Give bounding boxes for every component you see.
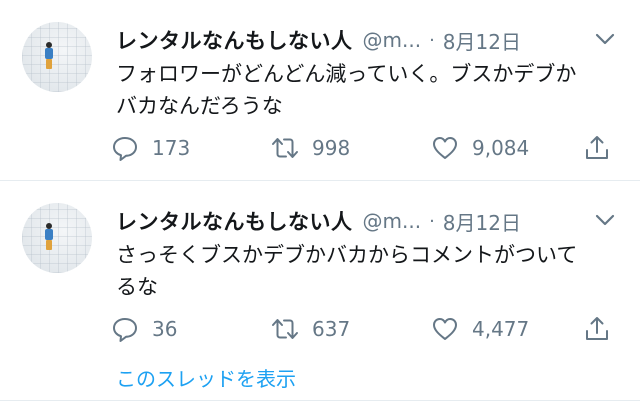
retweet-button[interactable]: 637 xyxy=(270,311,350,347)
show-thread-link[interactable]: このスレッドを表示 xyxy=(116,363,296,392)
retweet-count: 998 xyxy=(312,136,351,160)
share-button[interactable] xyxy=(582,311,612,347)
share-button[interactable] xyxy=(582,130,612,166)
avatar[interactable] xyxy=(22,22,92,92)
like-icon xyxy=(433,137,457,159)
reply-count: 36 xyxy=(152,317,178,341)
like-count: 9,084 xyxy=(472,136,530,160)
tweet-header: レンタルなんもしない人 @m... · 8月12日 xyxy=(116,24,521,56)
reply-button[interactable]: 36 xyxy=(110,311,177,347)
retweet-button[interactable]: 998 xyxy=(270,130,350,166)
tweet-header: レンタルなんもしない人 @m... · 8月12日 xyxy=(116,205,521,237)
tweet-divider xyxy=(0,180,640,181)
author-handle[interactable]: @m... xyxy=(363,209,422,233)
chevron-down-icon[interactable] xyxy=(590,24,620,54)
separator-dot: · xyxy=(429,29,435,51)
like-button[interactable]: 9,084 xyxy=(430,130,529,166)
tweet-actions: 36 637 4,477 xyxy=(110,311,630,347)
retweet-count: 637 xyxy=(312,317,351,341)
share-icon xyxy=(586,317,608,340)
tweet-actions: 173 998 9,084 xyxy=(110,130,630,166)
separator-dot: · xyxy=(429,210,435,232)
retweet-icon xyxy=(272,319,298,339)
author-handle[interactable]: @m... xyxy=(363,28,422,52)
retweet-icon xyxy=(272,138,298,158)
bottom-divider xyxy=(0,400,640,401)
like-count: 4,477 xyxy=(472,317,530,341)
like-button[interactable]: 4,477 xyxy=(430,311,529,347)
tweet-text: フォロワーがどんどん減っていく。ブスかデブかバカなんだろうな xyxy=(116,62,577,118)
avatar-figure xyxy=(44,223,54,251)
tweet-date[interactable]: 8月12日 xyxy=(443,26,521,55)
avatar-figure xyxy=(44,42,54,70)
share-icon xyxy=(586,136,608,159)
reply-icon xyxy=(113,137,137,161)
avatar[interactable] xyxy=(22,203,92,273)
reply-icon xyxy=(113,318,137,342)
author-name[interactable]: レンタルなんもしない人 xyxy=(116,206,353,236)
chevron-down-icon[interactable] xyxy=(590,205,620,235)
reply-count: 173 xyxy=(152,136,191,160)
tweet-text: さっそくブスかデブかバカからコメントがついてるな xyxy=(116,243,578,299)
author-name[interactable]: レンタルなんもしない人 xyxy=(116,25,353,55)
tweet-date[interactable]: 8月12日 xyxy=(443,207,521,236)
like-icon xyxy=(433,318,457,340)
reply-button[interactable]: 173 xyxy=(110,130,190,166)
